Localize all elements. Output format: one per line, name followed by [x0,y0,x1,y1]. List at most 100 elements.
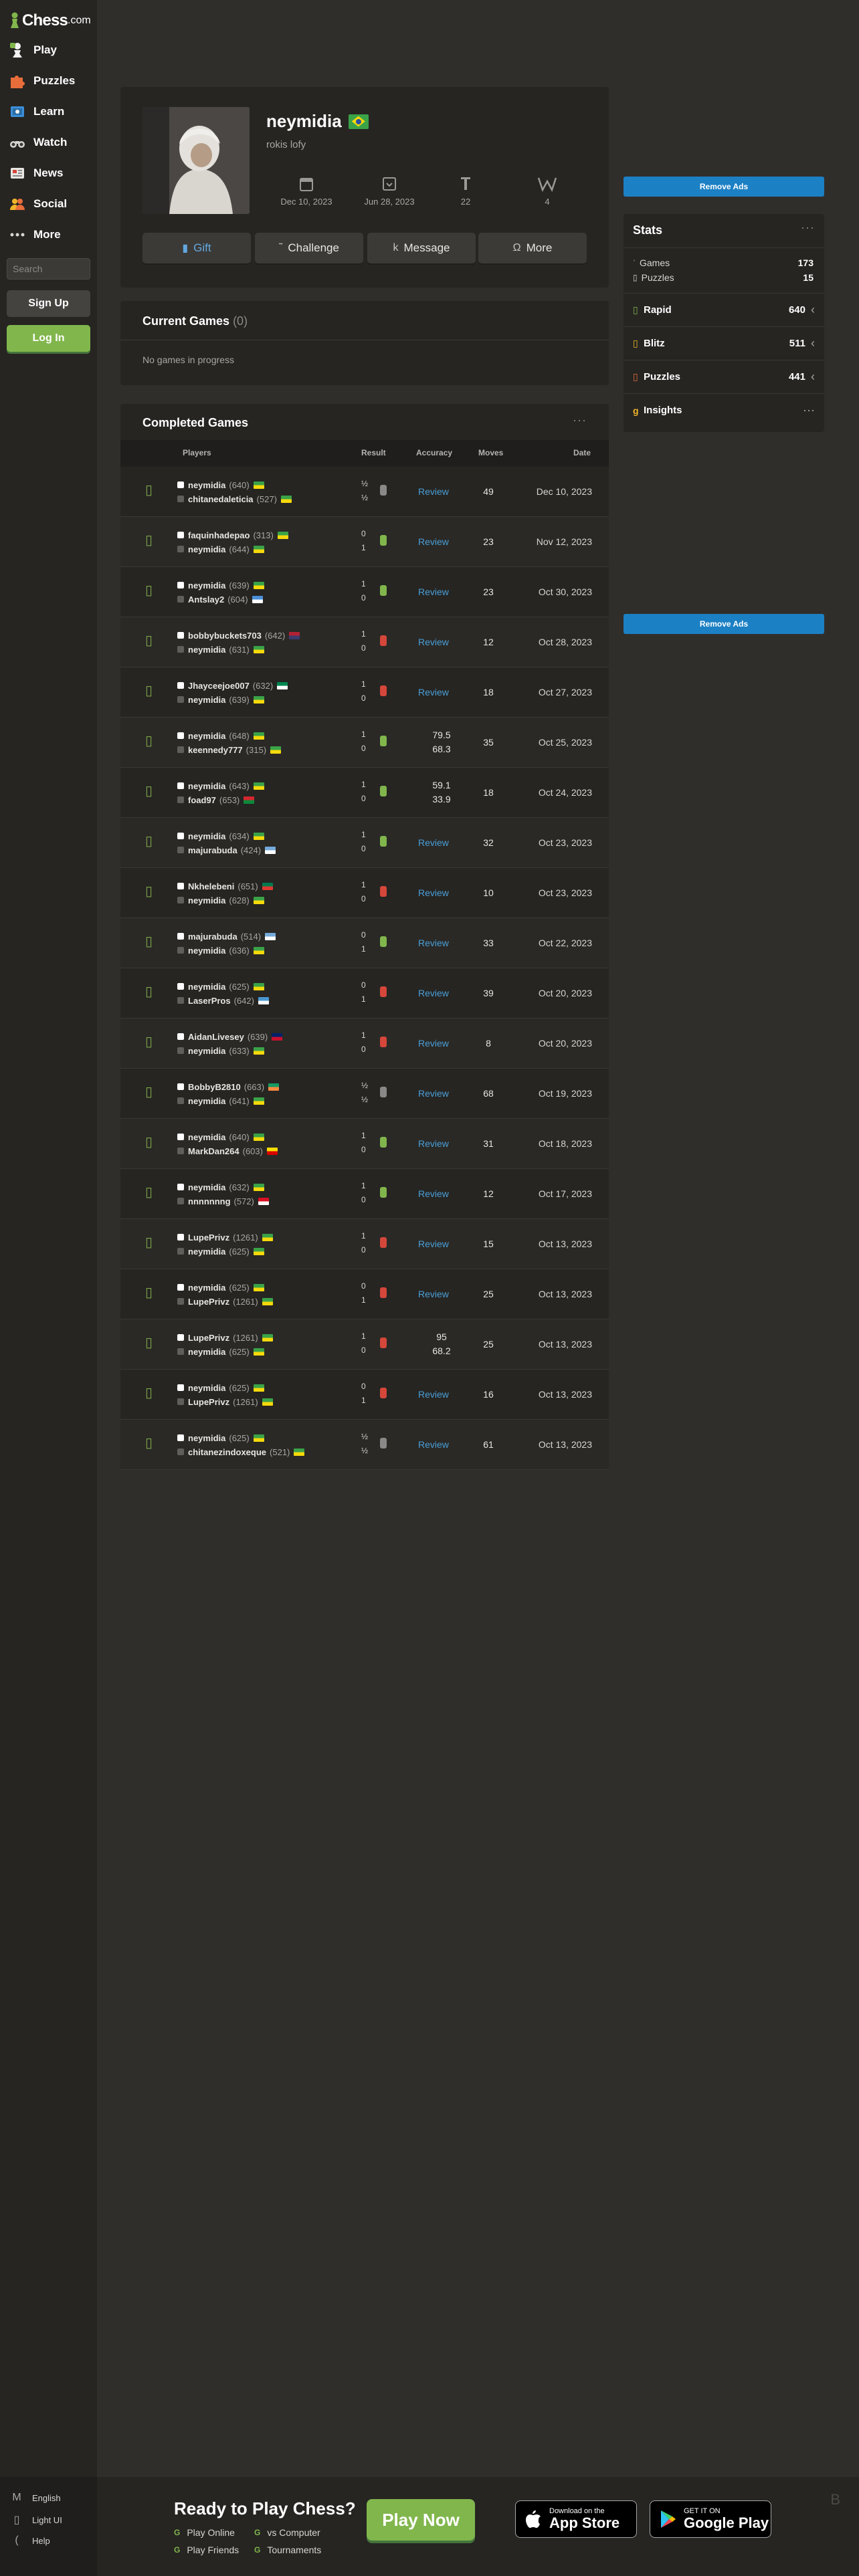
table-row[interactable]: ▯ LupePrivz (1261) neymidia (625) 1 0 Review 15 O… [120,1219,609,1269]
review-link[interactable]: Review [418,1239,449,1249]
player-name[interactable]: keennedy777 [188,745,243,755]
player-name[interactable]: chitanedaleticia [188,494,254,504]
player-name[interactable]: bobbybuckets703 [188,631,262,641]
player-name[interactable]: AidanLivesey [188,1032,244,1042]
review-link[interactable]: Review [418,586,449,597]
player-name[interactable]: majurabuda [188,932,237,942]
black-player[interactable]: neymidia (644) [177,542,264,556]
sidebar-item-news[interactable]: News [0,158,97,189]
sidebar-item-more[interactable]: More [0,219,97,250]
player-name[interactable]: neymidia [188,1383,225,1393]
player-name[interactable]: neymidia [188,580,225,591]
message-button[interactable]: k Message [367,233,476,263]
player-name[interactable]: neymidia [188,695,225,705]
player-name[interactable]: neymidia [188,1096,225,1106]
stat-rapid[interactable]: ▯ Rapid 640 ‹ [624,293,824,326]
review-link[interactable]: Review [418,887,449,898]
black-player[interactable]: chitanezindoxeque (521) [177,1445,305,1459]
review-link[interactable]: Review [418,1138,449,1149]
play-friends-link[interactable]: G Play Friends [174,2545,239,2555]
table-row[interactable]: ▯ BobbyB2810 (663) neymidia (641) ½ ½ Review 68 O… [120,1069,609,1119]
header-moves[interactable]: Moves [478,448,503,457]
table-row[interactable]: ▯ neymidia (632) nnnnnnng (572) 1 0 Review 12 Oct… [120,1169,609,1219]
sidebar-item-puzzles[interactable]: Puzzles [0,66,97,96]
player-name[interactable]: LupePrivz [188,1333,229,1343]
player-name[interactable]: majurabuda [188,845,237,855]
remove-ads-button-2[interactable]: Remove Ads [624,614,824,634]
more-button[interactable]: Ω More [478,233,587,263]
black-player[interactable]: LaserPros (642) [177,994,269,1007]
table-row[interactable]: ▯ Nkhelebeni (651) neymidia (628) 1 0 Review 10 O… [120,868,609,918]
black-player[interactable]: neymidia (639) [177,693,264,706]
white-player[interactable]: neymidia (625) [177,1431,264,1444]
review-link[interactable]: Review [418,938,449,948]
player-name[interactable]: neymidia [188,1283,225,1293]
player-name[interactable]: Jhayceejoe007 [188,681,250,691]
black-player[interactable]: neymidia (625) [177,1345,264,1358]
signup-button[interactable]: Sign Up [7,290,90,317]
player-name[interactable]: nnnnnnng [188,1196,231,1206]
app-store-badge[interactable]: Download on the App Store [515,2500,637,2538]
white-player[interactable]: BobbyB2810 (663) [177,1080,280,1093]
player-name[interactable]: LupePrivz [188,1297,229,1307]
white-player[interactable]: neymidia (639) [177,578,264,592]
player-name[interactable]: LupePrivz [188,1232,229,1243]
gift-button[interactable]: ▮ Gift [142,233,251,263]
review-link[interactable]: Review [418,1389,449,1400]
review-link[interactable]: Review [418,536,449,547]
table-row[interactable]: ▯ neymidia (639) Antslay2 (604) 1 0 Review 23 Oct… [120,567,609,617]
language-selector[interactable]: M English [11,2492,60,2504]
black-player[interactable]: LupePrivz (1261) [177,1395,273,1408]
black-player[interactable]: Antslay2 (604) [177,593,263,606]
remove-ads-button[interactable]: Remove Ads [624,177,824,197]
white-player[interactable]: LupePrivz (1261) [177,1331,273,1344]
sidebar-item-learn[interactable]: Learn [0,96,97,127]
table-row[interactable]: ▯ LupePrivz (1261) neymidia (625) 1 0 95 68.2 25 O… [120,1319,609,1370]
player-name[interactable]: faquinhadepao [188,530,250,540]
theme-toggle[interactable]: ▯ Light UI [11,2513,62,2527]
white-player[interactable]: AidanLivesey (639) [177,1030,283,1043]
player-name[interactable]: LaserPros [188,996,231,1006]
player-name[interactable]: LupePrivz [188,1397,229,1407]
white-player[interactable]: majurabuda (514) [177,930,276,943]
review-link[interactable]: Review [418,687,449,697]
player-name[interactable]: Antslay2 [188,595,224,605]
player-name[interactable]: neymidia [188,1182,225,1192]
sidebar-item-play[interactable]: Play [0,35,97,66]
white-player[interactable]: neymidia (634) [177,829,264,843]
stat-blitz[interactable]: ▯ Blitz 511 ‹ [624,326,824,360]
player-name[interactable]: MarkDan264 [188,1146,240,1156]
black-player[interactable]: chitanedaleticia (527) [177,492,292,506]
stat-puzzles[interactable]: ▯ Puzzles 441 ‹ [624,360,824,393]
sidebar-item-social[interactable]: Social [0,189,97,219]
stat-insights[interactable]: g Insights ··· [624,393,824,427]
username[interactable]: neymidia [266,111,342,132]
player-name[interactable]: neymidia [188,781,225,791]
chess-logo[interactable]: Chess .com [0,0,97,35]
player-name[interactable]: neymidia [188,1433,225,1443]
friends-stat[interactable]: 22 [425,173,506,207]
table-row[interactable]: ▯ neymidia (648) keennedy777 (315) 1 0 79.5 68.3… [120,718,609,768]
google-play-badge[interactable]: GET IT ON Google Play [650,2500,771,2538]
sidebar-item-watch[interactable]: Watch [0,127,97,158]
player-name[interactable]: neymidia [188,1046,225,1056]
challenge-button[interactable]: ˜ Challenge [255,233,363,263]
white-player[interactable]: neymidia (625) [177,1281,264,1294]
table-row[interactable]: ▯ bobbybuckets703 (642) neymidia (631) 1 0 Revi… [120,617,609,667]
player-name[interactable]: foad97 [188,795,216,805]
black-player[interactable]: MarkDan264 (603) [177,1144,278,1158]
review-link[interactable]: Review [418,637,449,647]
review-link[interactable]: Review [418,837,449,848]
vs-computer-link[interactable]: Gvs Computer [254,2527,320,2538]
player-name[interactable]: neymidia [188,982,225,992]
review-link[interactable]: Review [418,486,449,497]
white-player[interactable]: bobbybuckets703 (642) [177,629,300,642]
black-player[interactable]: majurabuda (424) [177,843,276,857]
header-date[interactable]: Date [573,448,591,457]
black-player[interactable]: keennedy777 (315) [177,743,282,756]
table-row[interactable]: ▯ neymidia (640) chitanedaleticia (527) ½ ½ Rev… [120,467,609,517]
tournaments-link[interactable]: G Tournaments [254,2545,321,2555]
review-link[interactable]: Review [418,1038,449,1049]
header-accuracy[interactable]: Accuracy [416,448,452,457]
white-player[interactable]: Nkhelebeni (651) [177,879,273,893]
